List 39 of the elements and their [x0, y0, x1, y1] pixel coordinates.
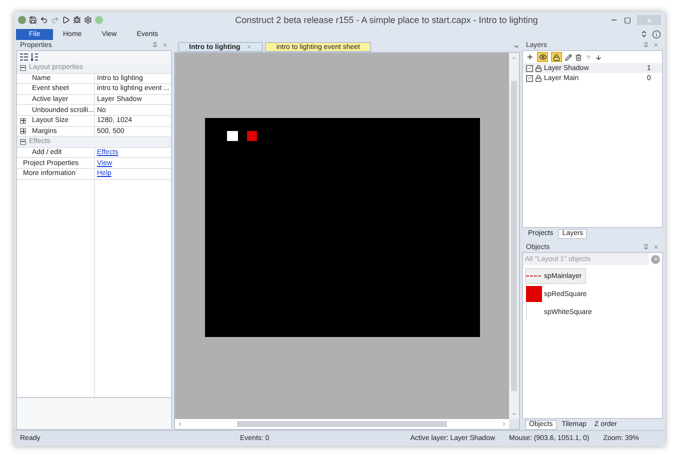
close-tab-icon[interactable]: [246, 44, 252, 50]
settings-icon[interactable]: [84, 16, 92, 24]
app-logo-icon: [18, 16, 26, 24]
lock-icon: [535, 74, 542, 82]
sprite: [247, 131, 257, 141]
edit-icon[interactable]: [565, 54, 572, 60]
info-icon[interactable]: [652, 30, 661, 38]
sort-icon[interactable]: [31, 53, 39, 61]
pin-icon[interactable]: [643, 244, 649, 250]
pin-icon[interactable]: [643, 42, 649, 48]
lock-icon: [535, 64, 542, 72]
categorized-icon[interactable]: [20, 53, 28, 61]
sprite: [227, 131, 238, 141]
play-icon[interactable]: [62, 16, 70, 24]
save-icon[interactable]: [29, 16, 37, 24]
lock-toggle[interactable]: [551, 52, 562, 62]
undo-icon[interactable]: [40, 16, 48, 24]
collapse-toggle[interactable]: [20, 64, 26, 71]
delete-icon[interactable]: [575, 54, 582, 60]
close-icon: [646, 16, 652, 24]
eye-toggle[interactable]: [537, 52, 548, 62]
move-down-icon[interactable]: [595, 54, 602, 60]
close-icon[interactable]: [162, 42, 168, 48]
tab-list-icon[interactable]: [513, 43, 520, 50]
close-icon[interactable]: [653, 42, 659, 48]
layer-checkbox[interactable]: [526, 74, 533, 82]
maximize-icon[interactable]: [624, 16, 631, 24]
collapse-toggle[interactable]: [20, 138, 26, 145]
pin-icon[interactable]: [152, 42, 158, 48]
expand-toggle[interactable]: [20, 128, 26, 134]
close-icon[interactable]: [653, 244, 659, 250]
window-title: Construct 2 beta release r155 - A simple place to start.capx - Intro to lighting: [234, 16, 539, 24]
square-thumbnail: [526, 286, 542, 302]
bug-icon[interactable]: [73, 16, 81, 24]
expand-toggle[interactable]: [20, 118, 26, 124]
dashed-line-thumbnail: [526, 275, 542, 277]
add-layer-icon[interactable]: [526, 53, 534, 61]
ribbon-toggle-icon[interactable]: [640, 30, 648, 38]
layer-checkbox[interactable]: [526, 64, 533, 72]
